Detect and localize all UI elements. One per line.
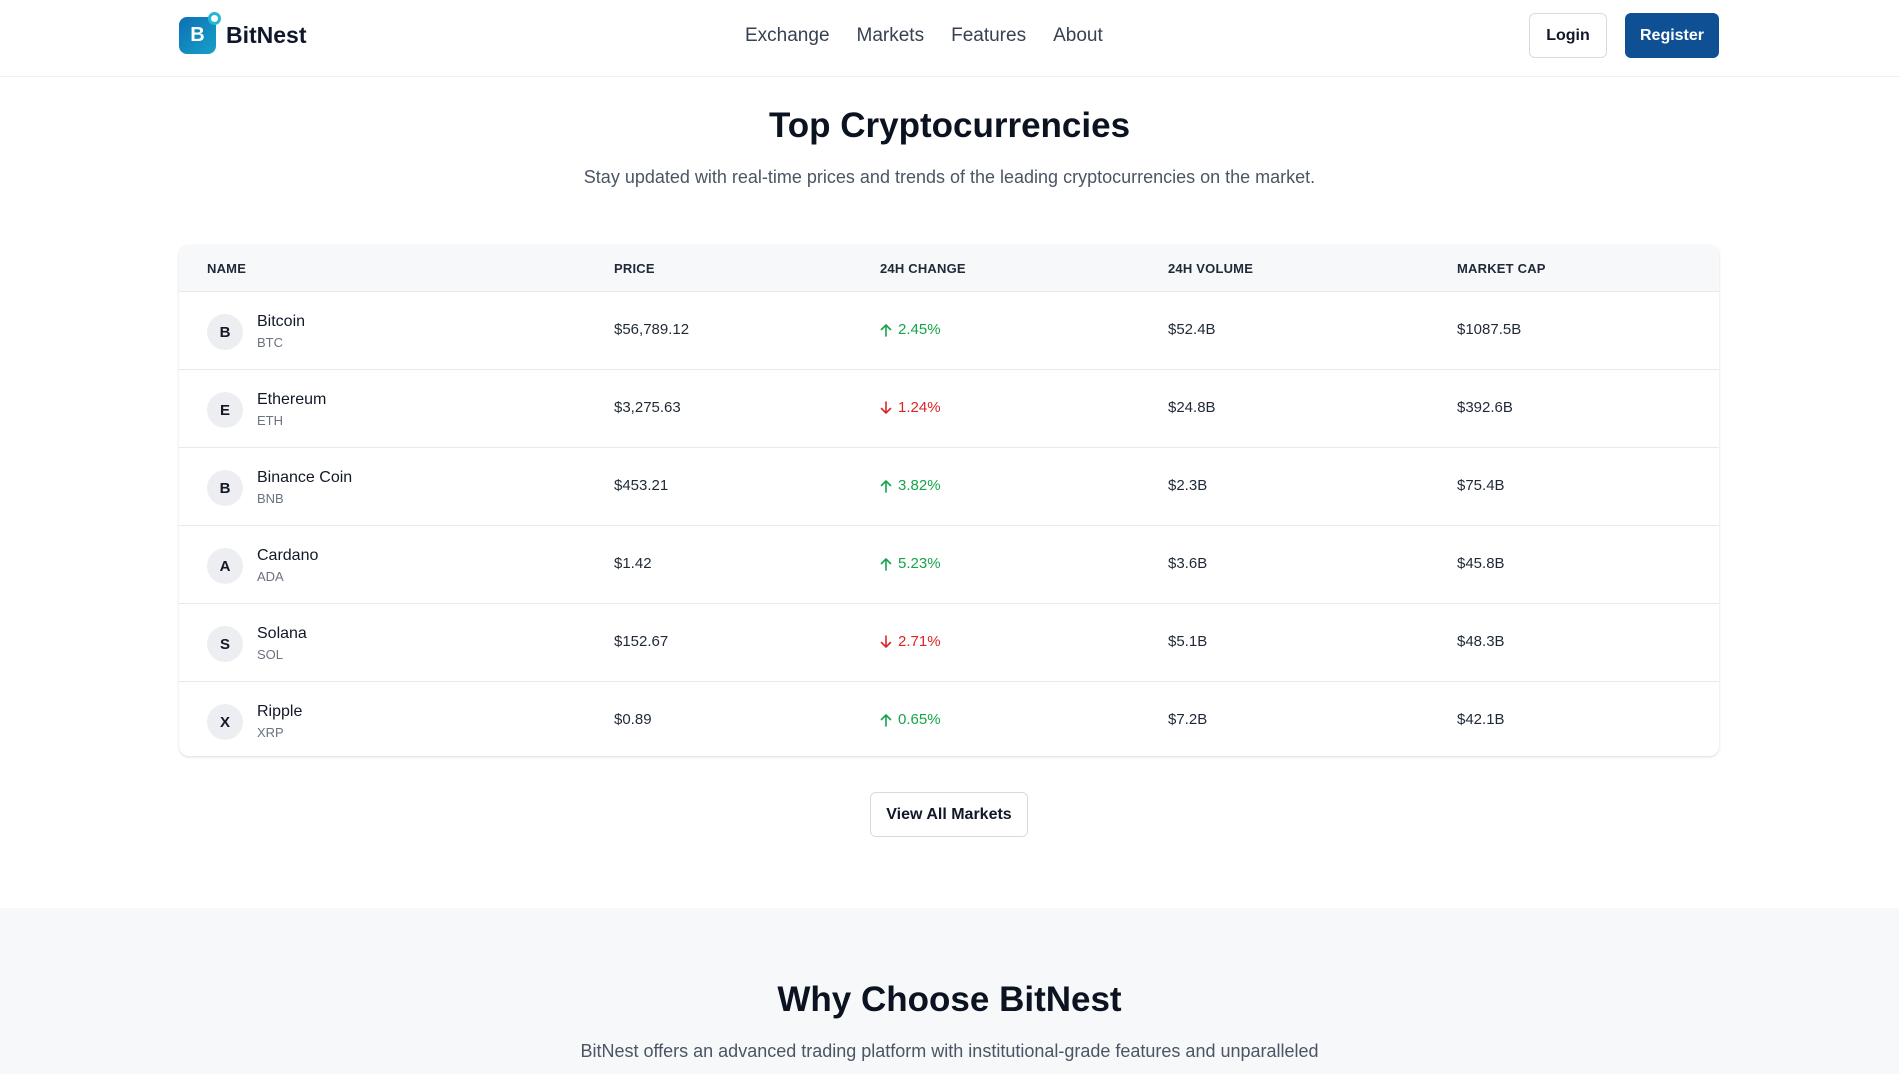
- coin-change: 0.65%: [880, 711, 941, 728]
- coin-change-value: 2.45%: [898, 321, 941, 338]
- site-header: B BitNest Exchange Markets Features Abou…: [0, 0, 1899, 77]
- coin-change-value: 5.23%: [898, 555, 941, 572]
- coin-change: 1.24%: [880, 399, 941, 416]
- nav-link-features[interactable]: Features: [951, 22, 1026, 50]
- coin-name: Ripple: [257, 703, 303, 720]
- top-crypto-title: Top Cryptocurrencies: [768, 106, 1131, 145]
- logo-letter: B: [190, 23, 205, 46]
- coin-volume: $52.4B: [1168, 321, 1216, 338]
- coin-change: 2.45%: [880, 321, 941, 338]
- coin-name: Solana: [257, 625, 307, 642]
- view-all-markets-button[interactable]: View All Markets: [870, 792, 1028, 837]
- arrow-up-icon: [880, 479, 892, 493]
- coin-volume: $5.1B: [1168, 633, 1208, 650]
- coin-symbol: XRP: [257, 725, 284, 740]
- arrow-up-icon: [880, 713, 892, 727]
- coin-change: 5.23%: [880, 555, 941, 572]
- column-header-change: 24H CHANGE: [880, 261, 966, 276]
- coin-market-cap: $1087.5B: [1457, 321, 1522, 338]
- coin-market-cap: $42.1B: [1457, 711, 1505, 728]
- table-row[interactable]: X Ripple XRP $0.89 0.65% $7.2B $42.1B: [179, 681, 1719, 756]
- arrow-up-icon: [880, 557, 892, 571]
- coin-market-cap: $45.8B: [1457, 555, 1505, 572]
- coin-symbol: SOL: [257, 647, 284, 662]
- login-button[interactable]: Login: [1529, 13, 1607, 58]
- why-choose-section: Why Choose BitNest BitNest offers an adv…: [0, 908, 1899, 1074]
- crypto-table: NAME PRICE 24H CHANGE 24H VOLUME MARKET …: [179, 245, 1719, 756]
- coin-name: Ethereum: [257, 391, 327, 408]
- page: B BitNest Exchange Markets Features Abou…: [0, 0, 1899, 1074]
- table-header: NAME PRICE 24H CHANGE 24H VOLUME MARKET …: [179, 245, 1719, 291]
- arrow-up-icon: [880, 323, 892, 337]
- coin-volume: $2.3B: [1168, 477, 1208, 494]
- coin-name: Binance Coin: [257, 469, 353, 486]
- coin-symbol: BTC: [257, 335, 283, 350]
- coin-symbol: ETH: [257, 413, 283, 428]
- coin-change: 2.71%: [880, 633, 941, 650]
- logo-dot-icon: [208, 11, 221, 25]
- coin-price: $1.42: [614, 555, 652, 572]
- coin-change: 3.82%: [880, 477, 941, 494]
- coin-change-value: 3.82%: [898, 477, 941, 494]
- coin-price: $152.67: [614, 633, 669, 650]
- column-header-price: PRICE: [614, 261, 655, 276]
- coin-market-cap: $392.6B: [1457, 399, 1513, 416]
- register-button[interactable]: Register: [1625, 13, 1719, 58]
- coin-change-value: 0.65%: [898, 711, 941, 728]
- column-header-name: NAME: [207, 261, 247, 276]
- coin-market-cap: $48.3B: [1457, 633, 1505, 650]
- top-crypto-subtitle: Stay updated with real-time prices and t…: [583, 167, 1316, 187]
- brand-name: BitNest: [226, 21, 307, 48]
- column-header-market-cap: MARKET CAP: [1457, 261, 1546, 276]
- column-header-volume: 24H VOLUME: [1168, 261, 1254, 276]
- arrow-down-icon: [880, 400, 892, 414]
- coin-change-value: 2.71%: [898, 633, 941, 650]
- coin-avatar-icon: B: [207, 314, 243, 350]
- coin-name: Bitcoin: [257, 313, 306, 330]
- coin-price: $0.89: [614, 711, 652, 728]
- why-choose-title: Why Choose BitNest: [777, 980, 1122, 1019]
- coin-avatar-icon: B: [207, 470, 243, 506]
- coin-avatar-icon: X: [207, 704, 243, 740]
- coin-symbol: ADA: [257, 569, 284, 584]
- coin-symbol: BNB: [257, 491, 284, 506]
- arrow-down-icon: [880, 634, 892, 648]
- coin-avatar-icon: S: [207, 626, 243, 662]
- coin-volume: $3.6B: [1168, 555, 1208, 572]
- coin-volume: $7.2B: [1168, 711, 1208, 728]
- coin-price: $3,275.63: [614, 399, 681, 416]
- brand-logo[interactable]: B BitNest: [179, 11, 307, 55]
- table-row[interactable]: A Cardano ADA $1.42 5.23% $3.6B $45.8B: [179, 525, 1719, 603]
- nav-link-about[interactable]: About: [1053, 22, 1103, 50]
- coin-avatar-icon: A: [207, 548, 243, 584]
- table-row[interactable]: E Ethereum ETH $3,275.63 1.24% $24.8B $392.6B: [179, 369, 1719, 447]
- main-nav: Exchange Markets Features About: [745, 22, 1103, 50]
- coin-volume: $24.8B: [1168, 399, 1216, 416]
- coin-price: $453.21: [614, 477, 669, 494]
- coin-avatar-icon: E: [207, 392, 243, 428]
- coin-price: $56,789.12: [614, 321, 690, 338]
- coin-change-value: 1.24%: [898, 399, 941, 416]
- table-row[interactable]: B Binance Coin BNB $453.21 3.82% $2.3B $75.4B: [179, 447, 1719, 525]
- table-row[interactable]: S Solana SOL $152.67 2.71% $5.1B $48.3B: [179, 603, 1719, 681]
- table-row[interactable]: B Bitcoin BTC $56,789.12 2.45% $52.4B $1087.5B: [179, 291, 1719, 369]
- coin-name: Cardano: [257, 547, 319, 564]
- logo-mark-icon: B: [179, 11, 221, 54]
- coin-market-cap: $75.4B: [1457, 477, 1505, 494]
- why-choose-subtitle: BitNest offers an advanced trading platf…: [580, 1041, 1319, 1061]
- nav-link-markets[interactable]: Markets: [857, 22, 925, 50]
- nav-link-exchange[interactable]: Exchange: [745, 22, 830, 50]
